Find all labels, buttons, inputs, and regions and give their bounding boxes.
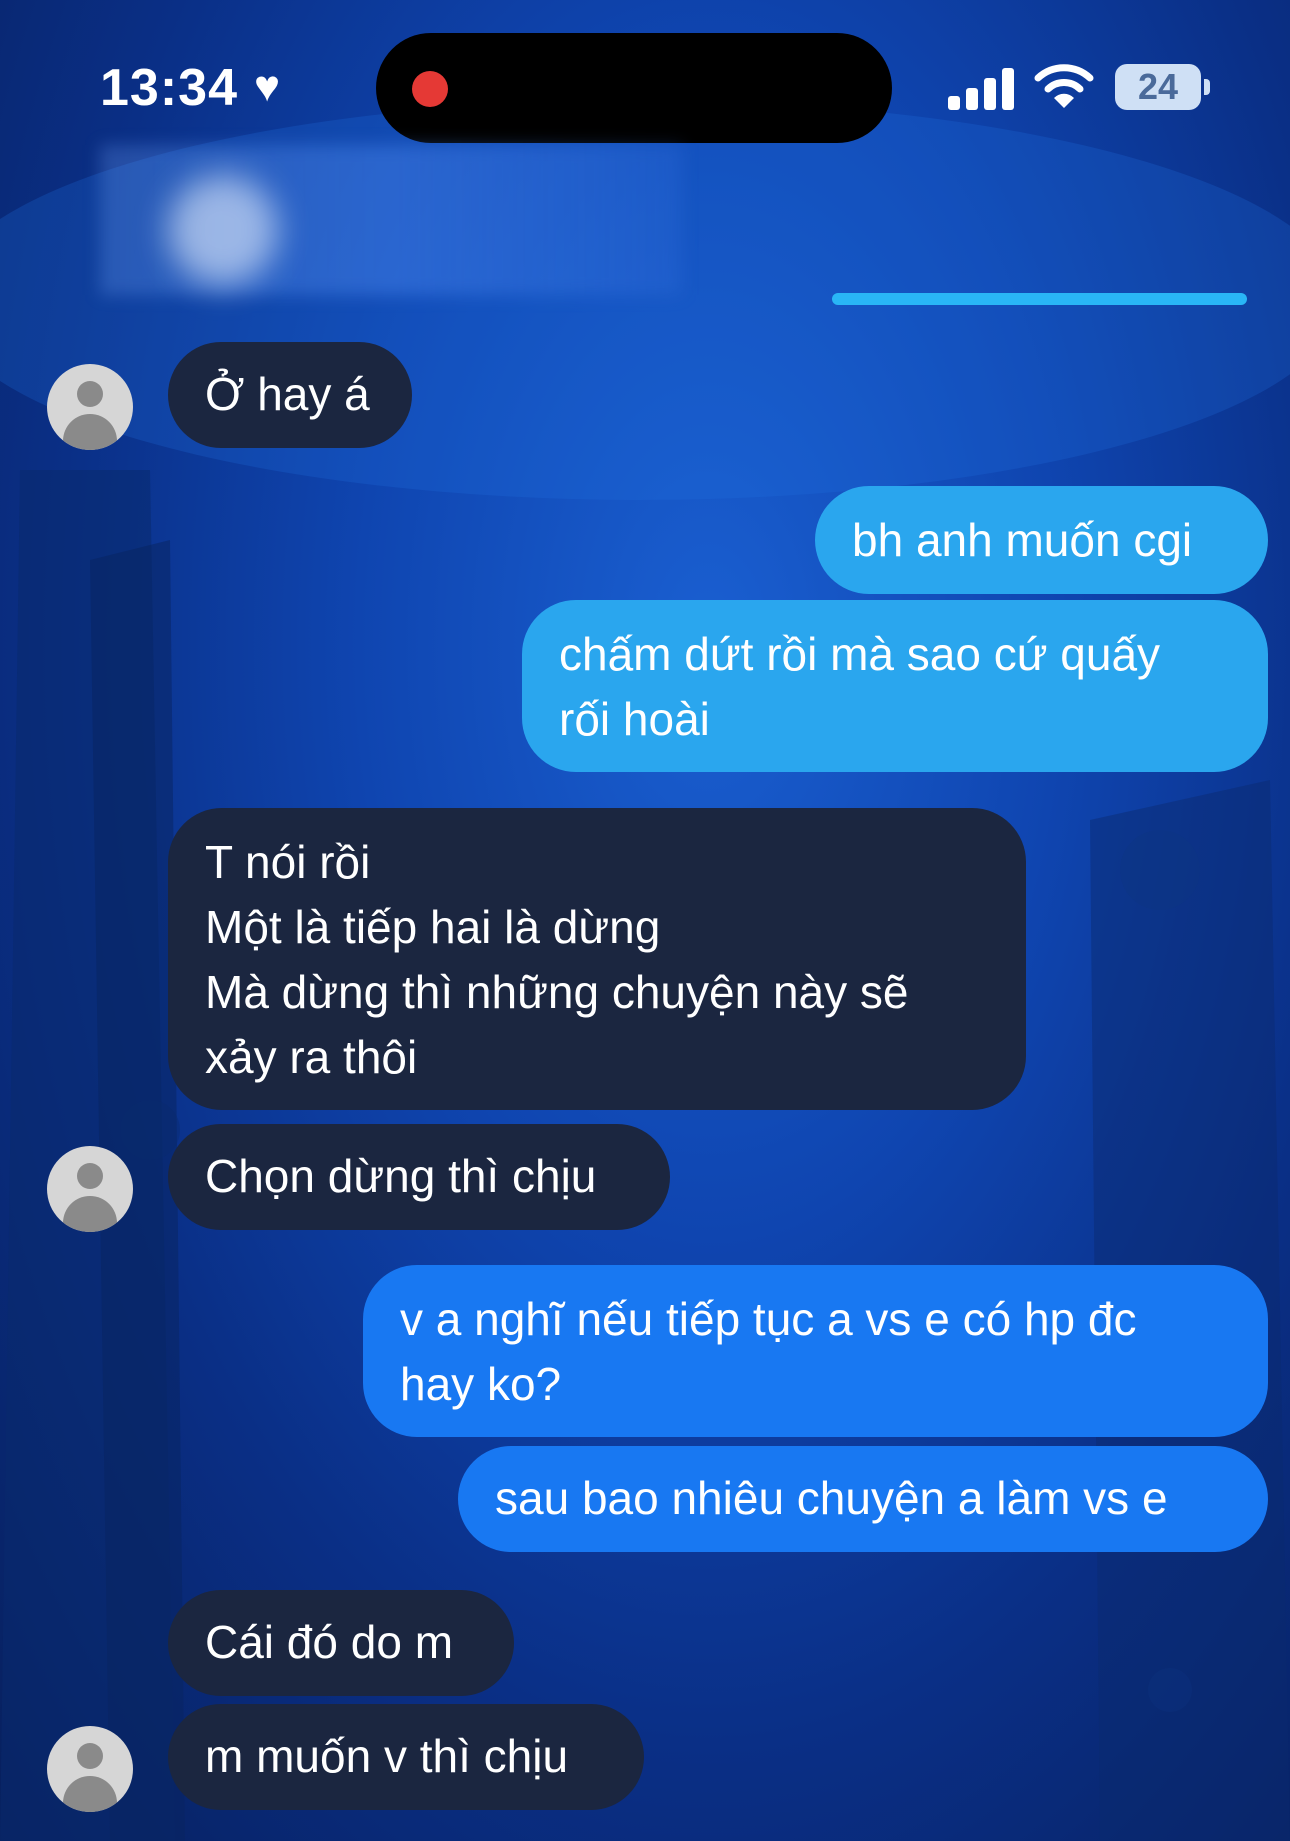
heart-icon: ♥ bbox=[254, 62, 281, 111]
battery-cap bbox=[1204, 79, 1210, 95]
contact-avatar-blurred bbox=[168, 175, 278, 285]
avatar-icon[interactable] bbox=[47, 364, 133, 450]
avatar-icon[interactable] bbox=[47, 1146, 133, 1232]
message-incoming[interactable]: Chọn dừng thì chịu bbox=[168, 1124, 670, 1230]
avatar-icon[interactable] bbox=[47, 1726, 133, 1812]
message-outgoing[interactable]: sau bao nhiêu chuyện a làm vs e bbox=[458, 1446, 1268, 1552]
message-incoming[interactable]: Cái đó do m bbox=[168, 1590, 514, 1696]
message-outgoing[interactable]: chấm dứt rồi mà sao cứ quấy rối hoài bbox=[522, 600, 1268, 772]
clock: 13:34 bbox=[100, 59, 238, 117]
cellular-signal-icon bbox=[948, 66, 1018, 110]
recording-dot-icon bbox=[412, 71, 448, 107]
message-outgoing[interactable]: v a nghĩ nếu tiếp tục a vs e có hp đc ha… bbox=[363, 1265, 1268, 1437]
message-incoming[interactable]: T nói rồi Một là tiếp hai là dừng Mà dừn… bbox=[168, 808, 1026, 1110]
message-incoming[interactable]: m muốn v thì chịu bbox=[168, 1704, 644, 1810]
battery-icon: 24 bbox=[1115, 64, 1201, 110]
dynamic-island bbox=[376, 33, 892, 143]
wifi-icon bbox=[1034, 64, 1094, 108]
message-edge bbox=[832, 293, 1247, 305]
message-incoming[interactable]: Ở hay á bbox=[168, 342, 412, 448]
status-bar: 13:34 ♥ 24 bbox=[0, 0, 1290, 150]
message-outgoing[interactable]: bh anh muốn cgi bbox=[815, 486, 1268, 594]
